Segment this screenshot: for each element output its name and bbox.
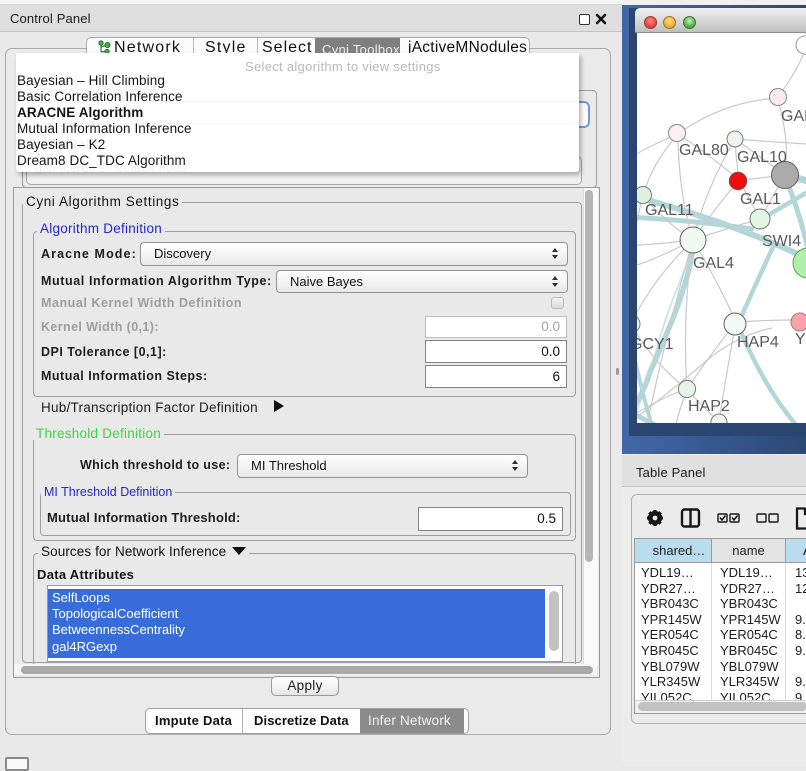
svg-text:Y: Y [795, 331, 806, 348]
svg-text:GAL11: GAL11 [645, 202, 694, 219]
svg-text:GAL7: GAL7 [781, 108, 806, 125]
svg-text:GAL4: GAL4 [693, 255, 734, 272]
svg-text:HAP4: HAP4 [737, 334, 779, 351]
svg-text:GAL1: GAL1 [740, 191, 781, 208]
svg-text:SWI4: SWI4 [762, 233, 801, 250]
svg-text:HAP2: HAP2 [688, 398, 730, 415]
svg-text:GAL10: GAL10 [737, 149, 787, 166]
svg-text:GAL80: GAL80 [679, 142, 729, 159]
svg-text:GCY1: GCY1 [637, 336, 674, 353]
